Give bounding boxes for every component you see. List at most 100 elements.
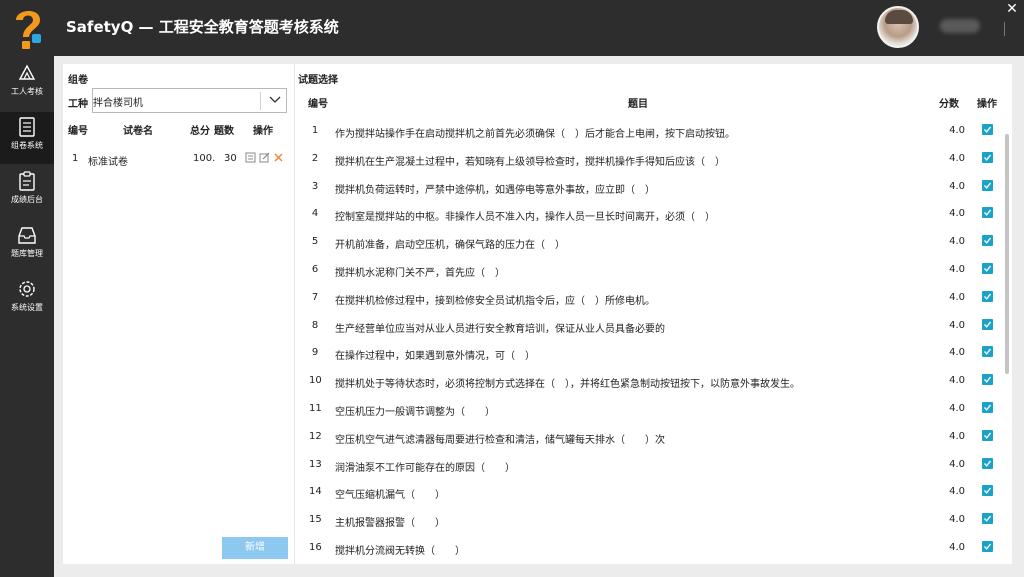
sidebar-item-scores[interactable]: 成绩后台 (0, 166, 54, 218)
question-score: 4.0 (949, 208, 965, 220)
question-row[interactable]: 1 作为搅拌站操作手在启动搅拌机之前首先必须确保（ ）后才能合上电闸，按下启动按钮… (295, 119, 1003, 146)
question-score: 4.0 (949, 542, 965, 553)
question-id: 16 (309, 542, 322, 553)
checkmark-icon (983, 543, 992, 550)
question-id: 5 (311, 236, 319, 248)
checkmark-icon (983, 321, 992, 328)
add-paper-button[interactable]: 新增 (222, 537, 288, 559)
checkmark-icon (983, 487, 992, 495)
checkmark-icon (983, 265, 992, 272)
question-id: 6 (311, 264, 319, 275)
sidebar-item-settings[interactable]: 系统设置 (0, 274, 54, 326)
sidebar-item-worker-assessment[interactable]: 工人考核 (0, 58, 54, 110)
user-avatar[interactable] (877, 6, 919, 48)
question-text: 在操作过程中，如果遇到意外情况，可（ ） (335, 351, 535, 363)
question-score: 4.0 (949, 375, 965, 387)
question-select-checkbox[interactable] (982, 151, 993, 163)
sidebar-item-label: 成绩后台 (11, 195, 43, 204)
sidebar-item-label: 组卷系统 (11, 141, 43, 150)
edit-icon[interactable] (259, 152, 270, 163)
question-id: 3 (311, 180, 319, 192)
checkmark-icon (983, 404, 992, 411)
question-row[interactable]: 10 搅拌机处于等待状态时，必须将控制方式选择在（ ），并将红色紧急制动按钮按下，… (295, 369, 1003, 396)
question-id: 14 (309, 486, 322, 498)
question-id: 11 (309, 403, 322, 414)
sidebar-item-question-bank[interactable]: 题库管理 (0, 220, 54, 272)
question-select-checkbox[interactable] (982, 541, 993, 552)
question-text: 搅拌机水泥称门关不严，首先应（ ） (335, 268, 505, 279)
question-row[interactable]: 9 在操作过程中，如果遇到意外情况，可（ ） 4.0 (295, 341, 1003, 368)
construction-worker-icon (18, 64, 36, 80)
sidebar-item-label: 题库管理 (11, 249, 43, 258)
title-bar: SafetyQ — 工程安全教育答题考核系统 ✕ (0, 0, 1024, 56)
window-divider (1004, 22, 1005, 36)
question-text: 生产经营单位应当对从业人员进行安全教育培训，保证从业人员具备必要的 (335, 323, 665, 335)
question-id: 8 (311, 319, 319, 331)
worktype-select[interactable]: 拌合楼司机 (92, 88, 287, 113)
question-select-checkbox[interactable] (982, 179, 993, 191)
checkmark-icon (983, 376, 992, 384)
question-select-checkbox[interactable] (982, 290, 993, 302)
question-row[interactable]: 8 生产经营单位应当对从业人员进行安全教育培训，保证从业人员具备必要的 4.0 (295, 314, 1003, 341)
app-title: SafetyQ — 工程安全教育答题考核系统 (66, 18, 339, 36)
worktype-value: 拌合楼司机 (93, 98, 143, 109)
question-select-checkbox[interactable] (982, 513, 993, 525)
question-select-checkbox[interactable] (982, 263, 993, 274)
question-row[interactable]: 13 润滑油泵不工作可能存在的原因（ ） 4.0 (295, 453, 1003, 480)
question-row[interactable]: 2 搅拌机在生产混凝土过程中，若知晓有上级领导检查时，搅拌机操作手得知后应该（ ）… (295, 147, 1003, 174)
question-list-scrollbar[interactable] (1004, 124, 1010, 564)
chevron-down-icon[interactable] (268, 95, 282, 105)
question-select-checkbox[interactable] (982, 429, 993, 441)
question-select-checkbox[interactable] (982, 124, 993, 135)
question-text: 搅拌机分流阀无转换（ ） (335, 546, 465, 557)
inbox-tray-icon (18, 227, 36, 244)
question-row[interactable]: 14 空气压缩机漏气（ ） 4.0 (295, 480, 1003, 507)
question-id: 10 (309, 375, 322, 387)
question-row[interactable]: 12 空压机空气进气滤清器每周要进行检查和清洁，储气罐每天排水（ ）次 4.0 (295, 425, 1003, 452)
question-text: 作为搅拌站操作手在启动搅拌机之前首先必须确保（ ）后才能合上电闸，按下启动按钮。 (335, 129, 735, 140)
close-button[interactable]: ✕ (1000, 0, 1024, 20)
column-header-count: 题数 (214, 126, 234, 137)
question-row[interactable]: 15 主机报警器报警（ ） 4.0 (295, 508, 1003, 535)
checkmark-icon (983, 154, 992, 161)
column-header-total: 总分 (190, 126, 210, 137)
sidebar-item-paper-assembly[interactable]: 组卷系统 (0, 112, 54, 164)
app-window: SafetyQ — 工程安全教育答题考核系统 ✕ 工人考核 组卷系统 成绩后台 … (0, 0, 1024, 577)
paper-name[interactable]: 标准试卷 (88, 153, 128, 168)
question-select-checkbox[interactable] (982, 402, 993, 413)
question-select-checkbox[interactable] (982, 207, 993, 219)
checkmark-icon (983, 293, 992, 300)
question-row[interactable]: 4 控制室是搅拌站的中枢。非操作人员不准入内，操作人员一旦长时间离开，必须（ ） 4… (295, 202, 1003, 229)
question-text: 控制室是搅拌站的中枢。非操作人员不准入内，操作人员一旦长时间离开，必须（ ） (335, 212, 715, 224)
scrollbar-thumb[interactable] (1005, 134, 1009, 374)
question-select-checkbox[interactable] (982, 457, 993, 469)
section-title: 组卷 (68, 75, 88, 86)
question-select-checkbox[interactable] (982, 374, 993, 386)
sidebar: 工人考核 组卷系统 成绩后台 题库管理 系统设置 (0, 56, 54, 577)
view-list-icon[interactable] (245, 152, 256, 163)
question-select-checkbox[interactable] (982, 318, 993, 330)
question-row[interactable]: 7 在搅拌机检修过程中，接到检修安全员试机指令后，应（ ）所修电机。 4.0 (295, 286, 1003, 313)
question-select-checkbox[interactable] (982, 485, 993, 497)
checkmark-icon (983, 182, 992, 189)
question-select-checkbox[interactable] (982, 235, 993, 247)
select-divider (260, 92, 261, 110)
checkmark-icon (983, 432, 992, 439)
checkmark-icon (983, 209, 992, 217)
question-score: 4.0 (949, 430, 965, 442)
checkmark-icon (983, 515, 992, 523)
question-row[interactable]: 11 空压机压力一般调节调整为（ ） 4.0 (295, 397, 1003, 424)
question-row[interactable]: 5 开机前准备，启动空压机，确保气路的压力在（ ） 4.0 (295, 230, 1003, 257)
paper-count: 30 (224, 153, 237, 164)
question-row[interactable]: 6 搅拌机水泥称门关不严，首先应（ ） 4.0 (295, 258, 1003, 285)
gear-icon (19, 281, 35, 297)
delete-icon[interactable] (273, 152, 284, 163)
question-text: 搅拌机处于等待状态时，必须将控制方式选择在（ ），并将红色紧急制动按钮按下，以防… (335, 379, 800, 391)
question-row[interactable]: 16 搅拌机分流阀无转换（ ） 4.0 (295, 536, 1003, 563)
paper-id: 1 (72, 153, 79, 164)
username-label (940, 19, 980, 33)
question-id: 7 (311, 291, 319, 303)
question-select-checkbox[interactable] (982, 346, 993, 358)
question-selection-panel: 试题选择 编号 题目 分数 操作 1 作为搅拌站操作手在启动搅拌机之前首先必须确保… (294, 64, 1012, 564)
question-row[interactable]: 3 搅拌机负荷运转时，严禁中途停机，如遇停电等意外事故，应立即（ ） 4.0 (295, 175, 1003, 202)
